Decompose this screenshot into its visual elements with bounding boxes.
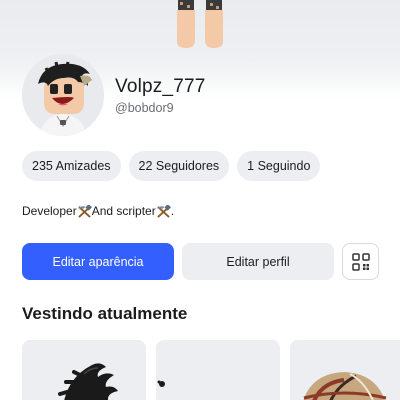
edit-profile-button[interactable]: Editar perfil	[182, 243, 334, 280]
bio: Developer And scripter .	[22, 204, 174, 218]
plaid-hat-item-image	[303, 372, 387, 400]
stats-row: 235 Amizades 22 Seguidores 1 Seguindo	[22, 151, 321, 181]
friends-pill[interactable]: 235 Amizades	[22, 151, 121, 181]
qr-code-icon	[351, 252, 370, 271]
wearing-item-hat[interactable]	[290, 340, 400, 400]
wearing-items	[22, 340, 400, 400]
bio-text-1: Developer	[22, 204, 77, 218]
qr-code-button[interactable]	[342, 243, 379, 280]
accessory-item-image	[157, 380, 165, 387]
bio-text-2: And scripter	[91, 204, 156, 218]
hair-item-image	[58, 363, 118, 400]
avatar[interactable]	[22, 54, 104, 136]
following-pill[interactable]: 1 Seguindo	[237, 151, 321, 181]
username: Volpz_777	[115, 76, 206, 97]
bio-text-3: .	[170, 204, 175, 218]
followers-pill[interactable]: 22 Seguidores	[128, 151, 230, 181]
avatar-headshot-image	[22, 54, 104, 136]
wearing-item-accessory[interactable]	[156, 340, 280, 400]
wearing-section-title: Vestindo atualmente	[22, 304, 188, 323]
avatar-legs-image	[176, 0, 224, 48]
wearing-item-hair[interactable]	[22, 340, 146, 400]
profile-actions: Editar aparência Editar perfil	[22, 243, 379, 280]
hammer-pick-icon	[156, 204, 171, 218]
user-handle: @bobdor9	[115, 101, 174, 115]
hammer-pick-icon	[77, 204, 92, 218]
edit-avatar-button[interactable]: Editar aparência	[22, 243, 174, 280]
